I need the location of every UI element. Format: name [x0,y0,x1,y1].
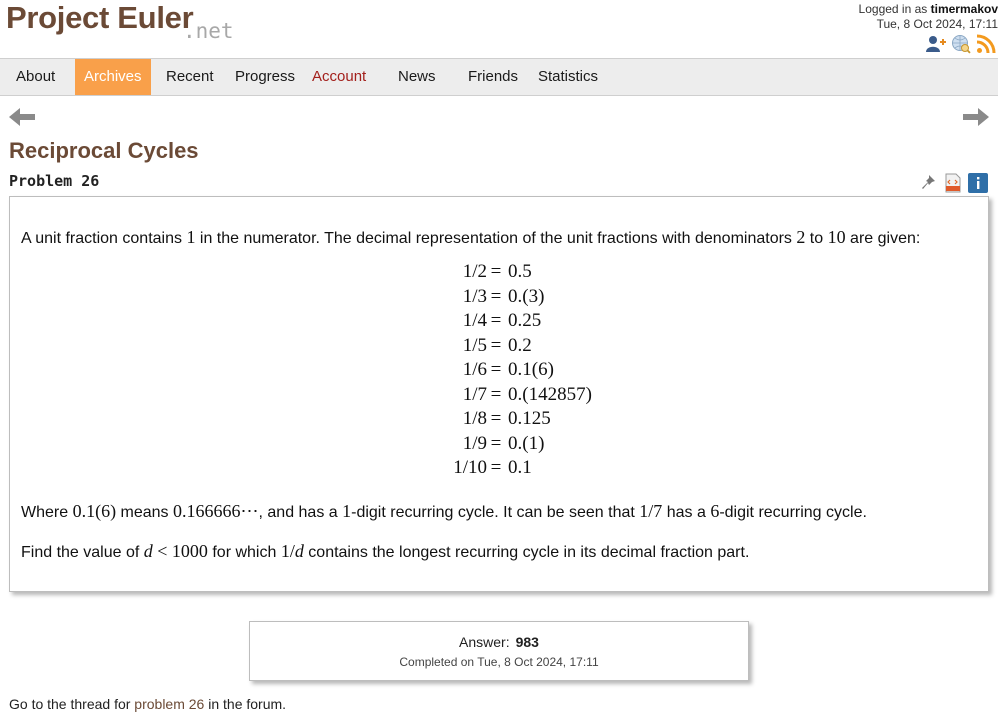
math-expr: < 1000 [152,541,208,561]
where-text: -digit recurring cycle. It can be seen t… [351,504,640,521]
info-icon[interactable] [968,173,988,197]
equation-rhs: 0.1(6) [508,359,554,380]
problem-question: Find the value of d < 1000 for which 1/d… [21,541,749,562]
equation-rhs: 0.5 [508,261,532,282]
math-two: 2 [796,227,806,247]
username[interactable]: timermakov [931,2,998,16]
equation-lhs: 1/5 [462,334,487,356]
equation-row: 1/7 = 0.(142857) [10,384,988,408]
equation-rhs: 0.(1) [508,432,545,454]
equation-row: 1/10 = 0.1 [10,457,988,481]
equation-lhs: 1/10 [453,457,487,478]
equals-sign: = [490,261,502,282]
equation-rhs: 0.2 [508,334,532,356]
nav-about[interactable]: About [16,59,55,95]
math-var: d [143,541,153,561]
answer-box: Answer: 983 Completed on Tue, 8 Oct 2024,… [249,621,749,681]
problem-title: Reciprocal Cycles [9,138,199,163]
equals-sign: = [490,432,502,454]
equation-lhs: 1/9 [462,432,487,454]
logo-suffix: .net [183,19,234,43]
problem-number: Problem 26 [9,172,100,190]
equals-sign: = [490,457,502,478]
equation-lhs: 1/2 [462,261,487,282]
equation-rhs: 0.125 [508,408,551,429]
pin-icon[interactable] [920,173,938,195]
current-datetime: Tue, 8 Oct 2024, 17:11 [876,17,998,31]
add-friend-icon[interactable] [926,34,946,54]
where-text: -digit recurring cycle. [719,504,867,521]
math-expr: 6 [710,501,720,521]
intro-text: A unit fraction contains [21,230,187,247]
nav-archives[interactable]: Archives [75,59,151,95]
problem-intro: A unit fraction contains 1 in the numera… [21,227,920,248]
rss-feed-icon[interactable] [976,34,996,54]
next-problem-arrow-icon[interactable] [963,108,989,126]
question-text: for which [207,544,281,561]
main-nav: About Archives Recent Progress Account N… [0,58,998,96]
equation-row: 1/4 = 0.25 [10,310,988,334]
nav-statistics[interactable]: Statistics [538,59,598,95]
where-text: has a [662,504,711,521]
equation-lhs: 1/8 [462,408,487,429]
math-ten: 10 [827,227,846,247]
equation-row: 1/8 = 0.125 [10,408,988,432]
math-expr: 0.166666⋯ [173,501,259,521]
nav-recent[interactable]: Recent [166,59,214,95]
equation-rhs: 0.25 [508,310,542,331]
answer-label: Answer: [459,634,510,650]
equals-sign: = [490,310,502,331]
user-info: Logged in as timermakov Tue, 8 Oct 2024,… [859,2,998,32]
equals-sign: = [490,285,502,307]
answer-line: Answer: 983 [250,634,748,650]
intro-text: in the numerator. The decimal representa… [195,230,797,247]
nav-account[interactable]: Account [312,59,366,95]
equation-row: 1/3 = 0.(3) [10,286,988,310]
nav-news[interactable]: News [398,59,436,95]
logo-text: Project Euler [6,0,194,35]
footer-text: Go to the thread for [9,696,135,712]
equation-rhs: 0.(142857) [508,383,592,405]
nav-friends[interactable]: Friends [468,59,518,95]
equation-lhs: 1/4 [462,310,487,331]
footer-text: in the forum. [204,696,287,712]
where-text: Where [21,504,73,521]
equation-rhs: 0.1 [508,457,532,478]
completed-date: Completed on Tue, 8 Oct 2024, 17:11 [399,655,599,669]
equation-row: 1/9 = 0.(1) [10,433,988,457]
forum-thread-link[interactable]: problem 26 [134,696,204,712]
equals-sign: = [490,383,502,405]
question-text: Find the value of [21,544,144,561]
logged-in-label: Logged in as [858,2,928,16]
math-expr: 1/ [280,541,295,561]
answer-value: 983 [515,634,539,650]
intro-text: are given: [845,230,921,247]
equals-sign: = [490,359,502,380]
forum-thread-note: Go to the thread for problem 26 in the f… [9,696,286,712]
where-text: , and has a [258,504,343,521]
equation-lhs: 1/7 [462,383,487,405]
math-expr: 1 [342,501,352,521]
equals-sign: = [490,334,502,356]
problem-where-text: Where 0.1(6) means 0.166666⋯, and has a … [21,501,867,522]
math-var: d [294,541,304,561]
equation-row: 1/6 = 0.1(6) [10,359,988,383]
equation-lhs: 1/3 [462,285,487,307]
equation-lhs: 1/6 [462,359,487,380]
where-text: means [116,504,173,521]
problem-content: A unit fraction contains 1 in the numera… [9,196,989,592]
problem-icons [920,173,990,193]
equation-row: 1/2 = 0.5 [10,261,988,285]
question-text: contains the longest recurring cycle in … [303,544,750,561]
equation-rhs: 0.(3) [508,285,545,307]
equation-row: 1/5 = 0.2 [10,335,988,359]
equals-sign: = [490,408,502,429]
nav-progress[interactable]: Progress [235,59,295,95]
math-expr: 1/7 [639,501,663,521]
globe-search-icon[interactable] [951,34,971,54]
intro-text: to [805,230,828,247]
math-expr: 0.1(6) [72,501,117,521]
previous-problem-arrow-icon[interactable] [9,108,35,126]
html-file-icon[interactable] [944,173,962,197]
